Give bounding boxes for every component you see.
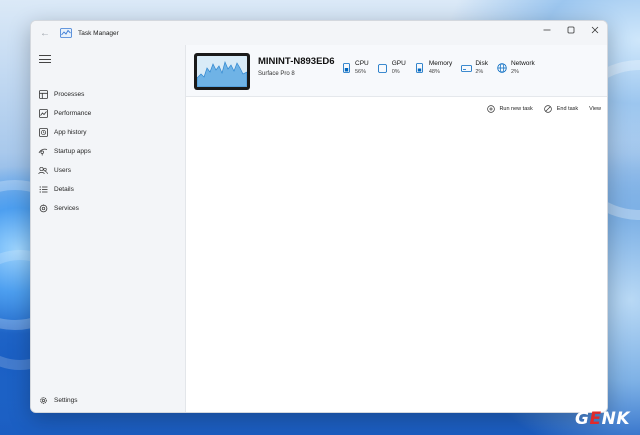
sidebar-item-label: Processes	[54, 91, 85, 98]
stat-gpu[interactable]: GPU 0%	[377, 60, 406, 76]
app-history-icon	[38, 128, 48, 138]
device-name: MININT-N893ED6	[258, 56, 335, 67]
device-model: Surface Pro 8	[258, 71, 295, 77]
sidebar-item-label: Services	[54, 205, 79, 212]
task-manager-app-icon	[60, 28, 72, 38]
maximize-icon	[567, 26, 575, 34]
stat-label: CPU	[355, 60, 369, 67]
resource-stats: CPU 56% GPU 0% Memory 48% Disk 2% Networ…	[340, 60, 543, 76]
performance-icon	[38, 109, 48, 119]
sidebar-item-label: App history	[54, 129, 87, 136]
nav-list: Processes Performance App history Startu…	[31, 85, 185, 218]
watermark-accent: E	[589, 409, 602, 429]
end-task-label: End task	[556, 106, 579, 112]
stat-cpu[interactable]: CPU 56%	[340, 60, 369, 76]
main-content: MININT-N893ED6 Surface Pro 8 CPU 56% GPU…	[185, 45, 607, 412]
sidebar-item-details[interactable]: Details	[31, 180, 185, 199]
sidebar-item-label: Settings	[54, 397, 78, 404]
run-new-task-icon	[486, 105, 495, 114]
window-title: Task Manager	[78, 29, 119, 37]
sidebar-item-services[interactable]: Services	[31, 199, 185, 218]
device-summary-header: MININT-N893ED6 Surface Pro 8 CPU 56% GPU…	[186, 45, 607, 97]
sidebar-item-performance[interactable]: Performance	[31, 104, 185, 123]
view-label: View	[589, 106, 601, 112]
sidebar-item-users[interactable]: Users	[31, 161, 185, 180]
stat-value: 48%	[428, 69, 440, 75]
task-manager-window: ← Task Manager Processes Performance App…	[30, 20, 608, 413]
stat-label: Memory	[428, 60, 453, 67]
sidebar-item-processes[interactable]: Processes	[31, 85, 185, 104]
services-icon	[38, 204, 48, 214]
minimize-button[interactable]	[535, 21, 559, 39]
stat-value: 2%	[510, 69, 519, 75]
end-task-button[interactable]: End task	[544, 105, 578, 114]
sidebar-item-label: Startup apps	[54, 148, 91, 155]
sidebar-item-label: Details	[54, 186, 74, 193]
stat-value: 2%	[475, 69, 484, 75]
view-button[interactable]: View	[589, 106, 601, 112]
close-icon	[591, 26, 599, 34]
hamburger-menu-button[interactable]	[38, 53, 52, 65]
minimize-icon	[543, 29, 551, 31]
gear-icon	[38, 396, 48, 406]
sidebar-item-startup-apps[interactable]: Startup apps	[31, 142, 185, 161]
navigation-sidebar: Processes Performance App history Startu…	[31, 45, 185, 412]
users-icon	[38, 166, 48, 176]
hamburger-icon	[39, 55, 51, 56]
stat-label: GPU	[391, 60, 406, 67]
processes-icon	[38, 90, 48, 100]
gpu-icon	[377, 62, 389, 74]
sidebar-item-label: Performance	[54, 110, 92, 117]
sidebar-item-label: Users	[54, 167, 71, 174]
stat-value: 0%	[391, 69, 400, 75]
details-icon	[38, 185, 48, 195]
close-button[interactable]	[583, 21, 607, 39]
disk-icon	[460, 62, 472, 74]
stat-network[interactable]: Network 2%	[496, 60, 535, 76]
stat-disk[interactable]: Disk 2%	[460, 60, 488, 76]
sidebar-item-settings[interactable]: Settings	[31, 391, 185, 410]
command-bar: Run new task End task View	[475, 102, 601, 116]
end-task-icon	[544, 105, 553, 114]
stat-memory[interactable]: Memory 48%	[414, 60, 452, 76]
network-icon	[496, 62, 508, 74]
stat-label: Disk	[475, 60, 488, 67]
stat-value: 56%	[355, 69, 367, 75]
startup-apps-icon	[38, 147, 48, 157]
title-bar: ← Task Manager	[31, 21, 607, 45]
cpu-icon	[340, 62, 352, 74]
run-new-task-button[interactable]: Run new task	[486, 105, 533, 114]
window-controls	[535, 21, 607, 39]
run-new-task-label: Run new task	[499, 106, 533, 112]
memory-icon	[414, 62, 426, 74]
stat-label: Network	[510, 60, 535, 67]
sidebar-item-app-history[interactable]: App history	[31, 123, 185, 142]
maximize-button[interactable]	[559, 21, 583, 39]
device-thumbnail	[194, 53, 250, 90]
watermark-prefix: G	[575, 409, 590, 429]
watermark-suffix: NK	[601, 409, 630, 429]
back-arrow-icon: ←	[40, 27, 50, 39]
performance-graph-icon	[197, 56, 247, 87]
genk-watermark-logo: G E NK	[575, 409, 630, 429]
back-button[interactable]: ←	[34, 22, 56, 44]
